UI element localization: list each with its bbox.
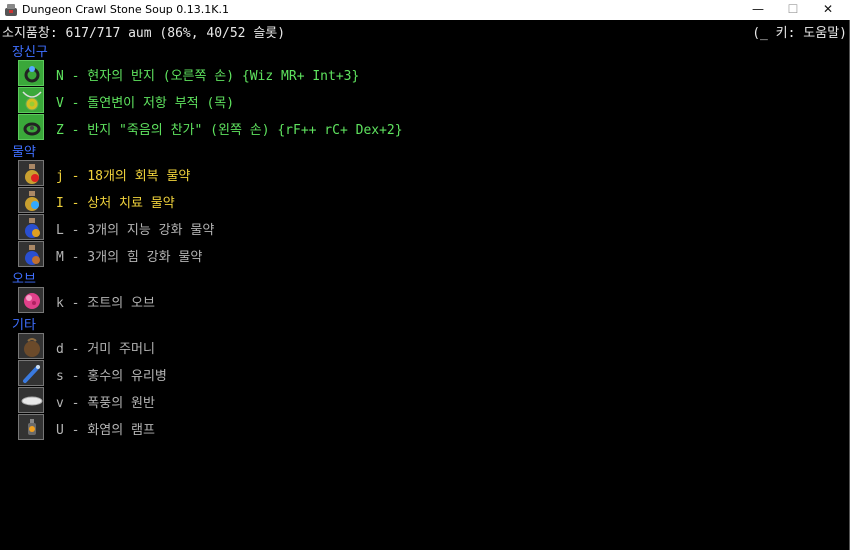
game-screen: 소지품창: 617/717 aum (86%, 40/52 슬롯) (_ 키: … [0, 20, 850, 550]
potion-icon [18, 214, 44, 240]
item-label: U - 화염의 램프 [56, 423, 155, 438]
help-hint[interactable]: (_ 키: 도움말) [752, 22, 847, 41]
item-label: k - 조트의 오브 [56, 296, 155, 311]
disc-icon [18, 387, 44, 413]
ring-icon [18, 114, 44, 140]
section-misc: 기타 [12, 318, 36, 333]
potion-icon [18, 187, 44, 213]
item-label: j - 18개의 회복 물약 [56, 169, 191, 184]
close-button[interactable]: ✕ [805, 0, 850, 20]
item-label: L - 3개의 지능 강화 물약 [56, 223, 215, 238]
lamp-icon [18, 414, 44, 440]
section-jewellery: 장신구 [12, 45, 48, 60]
app-icon [5, 4, 17, 16]
bag-icon [18, 333, 44, 359]
item-label: s - 홍수의 유리병 [56, 369, 167, 384]
item-label: V - 돌연변이 저항 부적 (목) [56, 96, 235, 111]
item-label: Z - 반지 "죽음의 찬가" (왼쪽 손) {rF++ rC+ Dex+2} [56, 123, 403, 138]
potion-icon [18, 160, 44, 186]
item-label: N - 현자의 반지 (오른쪽 손) {Wiz MR+ Int+3} [56, 69, 360, 84]
item-label: M - 3개의 힘 강화 물약 [56, 250, 203, 265]
inventory-status: 소지품창: 617/717 aum (86%, 40/52 슬롯) [2, 26, 286, 41]
item-label: v - 폭풍의 원반 [56, 396, 155, 411]
section-potions: 물약 [12, 145, 36, 160]
item-label: d - 거미 주머니 [56, 342, 155, 357]
orb-icon [18, 287, 44, 313]
item-label: I - 상처 치료 물약 [56, 196, 175, 211]
phial-icon [18, 360, 44, 386]
window-title: Dungeon Crawl Stone Soup 0.13.1K.1 [22, 3, 229, 16]
ring-icon [18, 60, 44, 86]
amulet-icon [18, 87, 44, 113]
potion-icon [18, 241, 44, 267]
section-orbs: 오브 [12, 272, 36, 287]
window-titlebar: Dungeon Crawl Stone Soup 0.13.1K.1 — ☐ ✕ [0, 0, 850, 20]
